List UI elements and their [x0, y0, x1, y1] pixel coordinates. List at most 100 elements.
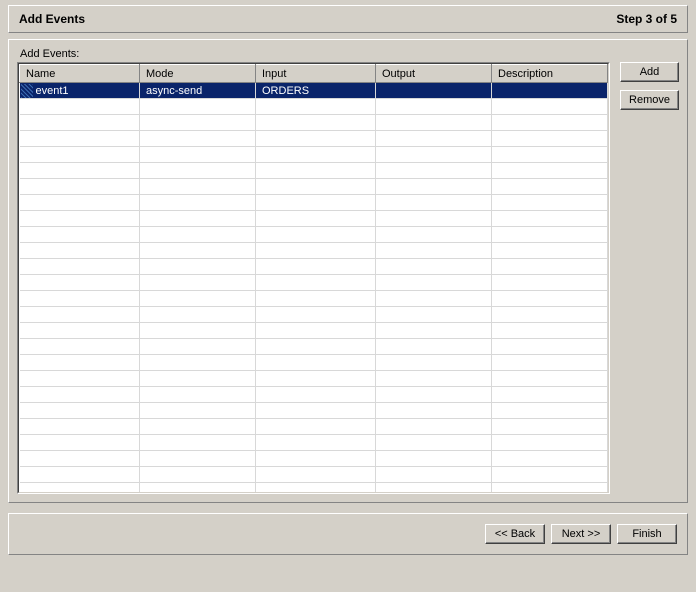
table-cell[interactable] — [492, 387, 608, 403]
table-cell[interactable] — [376, 291, 492, 307]
table-cell[interactable] — [20, 131, 140, 147]
table-cell[interactable] — [256, 179, 376, 195]
table-cell[interactable] — [492, 211, 608, 227]
table-cell[interactable] — [140, 355, 256, 371]
table-cell[interactable] — [140, 243, 256, 259]
table-cell[interactable] — [376, 323, 492, 339]
table-cell[interactable] — [20, 291, 140, 307]
table-cell[interactable] — [20, 259, 140, 275]
col-name[interactable]: Name — [20, 65, 140, 83]
table-cell[interactable] — [140, 179, 256, 195]
table-cell[interactable] — [256, 371, 376, 387]
table-row[interactable] — [20, 387, 608, 403]
table-cell[interactable] — [492, 435, 608, 451]
table-cell[interactable] — [492, 371, 608, 387]
table-cell[interactable] — [492, 355, 608, 371]
table-cell[interactable] — [492, 403, 608, 419]
table-cell[interactable] — [492, 131, 608, 147]
table-row[interactable] — [20, 227, 608, 243]
table-cell[interactable] — [20, 243, 140, 259]
table-cell[interactable] — [376, 147, 492, 163]
table-cell[interactable] — [256, 227, 376, 243]
table-cell[interactable] — [492, 307, 608, 323]
table-cell[interactable] — [20, 147, 140, 163]
table-cell[interactable] — [492, 451, 608, 467]
table-cell[interactable] — [256, 419, 376, 435]
table-cell[interactable] — [20, 179, 140, 195]
table-cell[interactable] — [492, 259, 608, 275]
table-cell[interactable] — [376, 387, 492, 403]
table-cell[interactable] — [20, 163, 140, 179]
table-cell[interactable] — [140, 115, 256, 131]
table-row[interactable] — [20, 323, 608, 339]
table-cell[interactable] — [140, 467, 256, 483]
table-cell[interactable] — [140, 387, 256, 403]
table-row[interactable] — [20, 435, 608, 451]
table-cell[interactable] — [492, 243, 608, 259]
col-input[interactable]: Input — [256, 65, 376, 83]
table-cell[interactable] — [256, 451, 376, 467]
table-cell[interactable] — [376, 179, 492, 195]
table-cell[interactable] — [140, 339, 256, 355]
back-button[interactable]: << Back — [485, 524, 545, 544]
table-cell[interactable] — [376, 355, 492, 371]
table-cell[interactable] — [256, 291, 376, 307]
table-cell[interactable] — [20, 307, 140, 323]
next-button[interactable]: Next >> — [551, 524, 611, 544]
table-cell[interactable] — [256, 211, 376, 227]
table-cell[interactable] — [140, 323, 256, 339]
table-cell[interactable] — [492, 83, 608, 99]
table-cell[interactable] — [256, 243, 376, 259]
col-description[interactable]: Description — [492, 65, 608, 83]
table-cell[interactable] — [140, 419, 256, 435]
table-cell[interactable] — [20, 435, 140, 451]
table-row[interactable] — [20, 419, 608, 435]
table-row[interactable] — [20, 483, 608, 494]
finish-button[interactable]: Finish — [617, 524, 677, 544]
table-row[interactable] — [20, 211, 608, 227]
table-row[interactable] — [20, 291, 608, 307]
table-row[interactable] — [20, 99, 608, 115]
table-cell[interactable] — [492, 483, 608, 494]
table-cell[interactable] — [140, 131, 256, 147]
table-cell[interactable] — [376, 163, 492, 179]
table-cell[interactable] — [140, 435, 256, 451]
table-cell[interactable] — [376, 435, 492, 451]
table-row[interactable] — [20, 195, 608, 211]
table-cell[interactable] — [256, 467, 376, 483]
table-cell[interactable] — [256, 147, 376, 163]
table-row[interactable] — [20, 275, 608, 291]
table-cell[interactable] — [376, 227, 492, 243]
table-cell[interactable] — [492, 147, 608, 163]
table-cell[interactable] — [20, 99, 140, 115]
table-cell[interactable] — [20, 371, 140, 387]
table-row[interactable] — [20, 131, 608, 147]
table-cell[interactable] — [376, 451, 492, 467]
table-cell[interactable] — [376, 211, 492, 227]
table-row[interactable] — [20, 355, 608, 371]
table-cell[interactable] — [376, 131, 492, 147]
table-row[interactable] — [20, 467, 608, 483]
table-cell[interactable] — [140, 163, 256, 179]
table-cell[interactable] — [256, 403, 376, 419]
table-cell[interactable] — [20, 403, 140, 419]
col-mode[interactable]: Mode — [140, 65, 256, 83]
table-cell[interactable] — [376, 467, 492, 483]
table-row[interactable] — [20, 403, 608, 419]
table-cell[interactable] — [140, 483, 256, 494]
table-cell[interactable] — [20, 387, 140, 403]
table-cell[interactable] — [256, 115, 376, 131]
table-cell[interactable] — [20, 115, 140, 131]
table-cell[interactable] — [20, 483, 140, 494]
table-cell[interactable] — [492, 291, 608, 307]
table-cell[interactable] — [376, 307, 492, 323]
table-cell[interactable] — [492, 115, 608, 131]
table-cell[interactable] — [492, 467, 608, 483]
remove-button[interactable]: Remove — [620, 90, 679, 110]
table-cell[interactable] — [492, 163, 608, 179]
table-cell[interactable] — [20, 467, 140, 483]
table-cell[interactable] — [140, 275, 256, 291]
table-cell[interactable] — [492, 99, 608, 115]
table-cell[interactable] — [492, 275, 608, 291]
col-output[interactable]: Output — [376, 65, 492, 83]
